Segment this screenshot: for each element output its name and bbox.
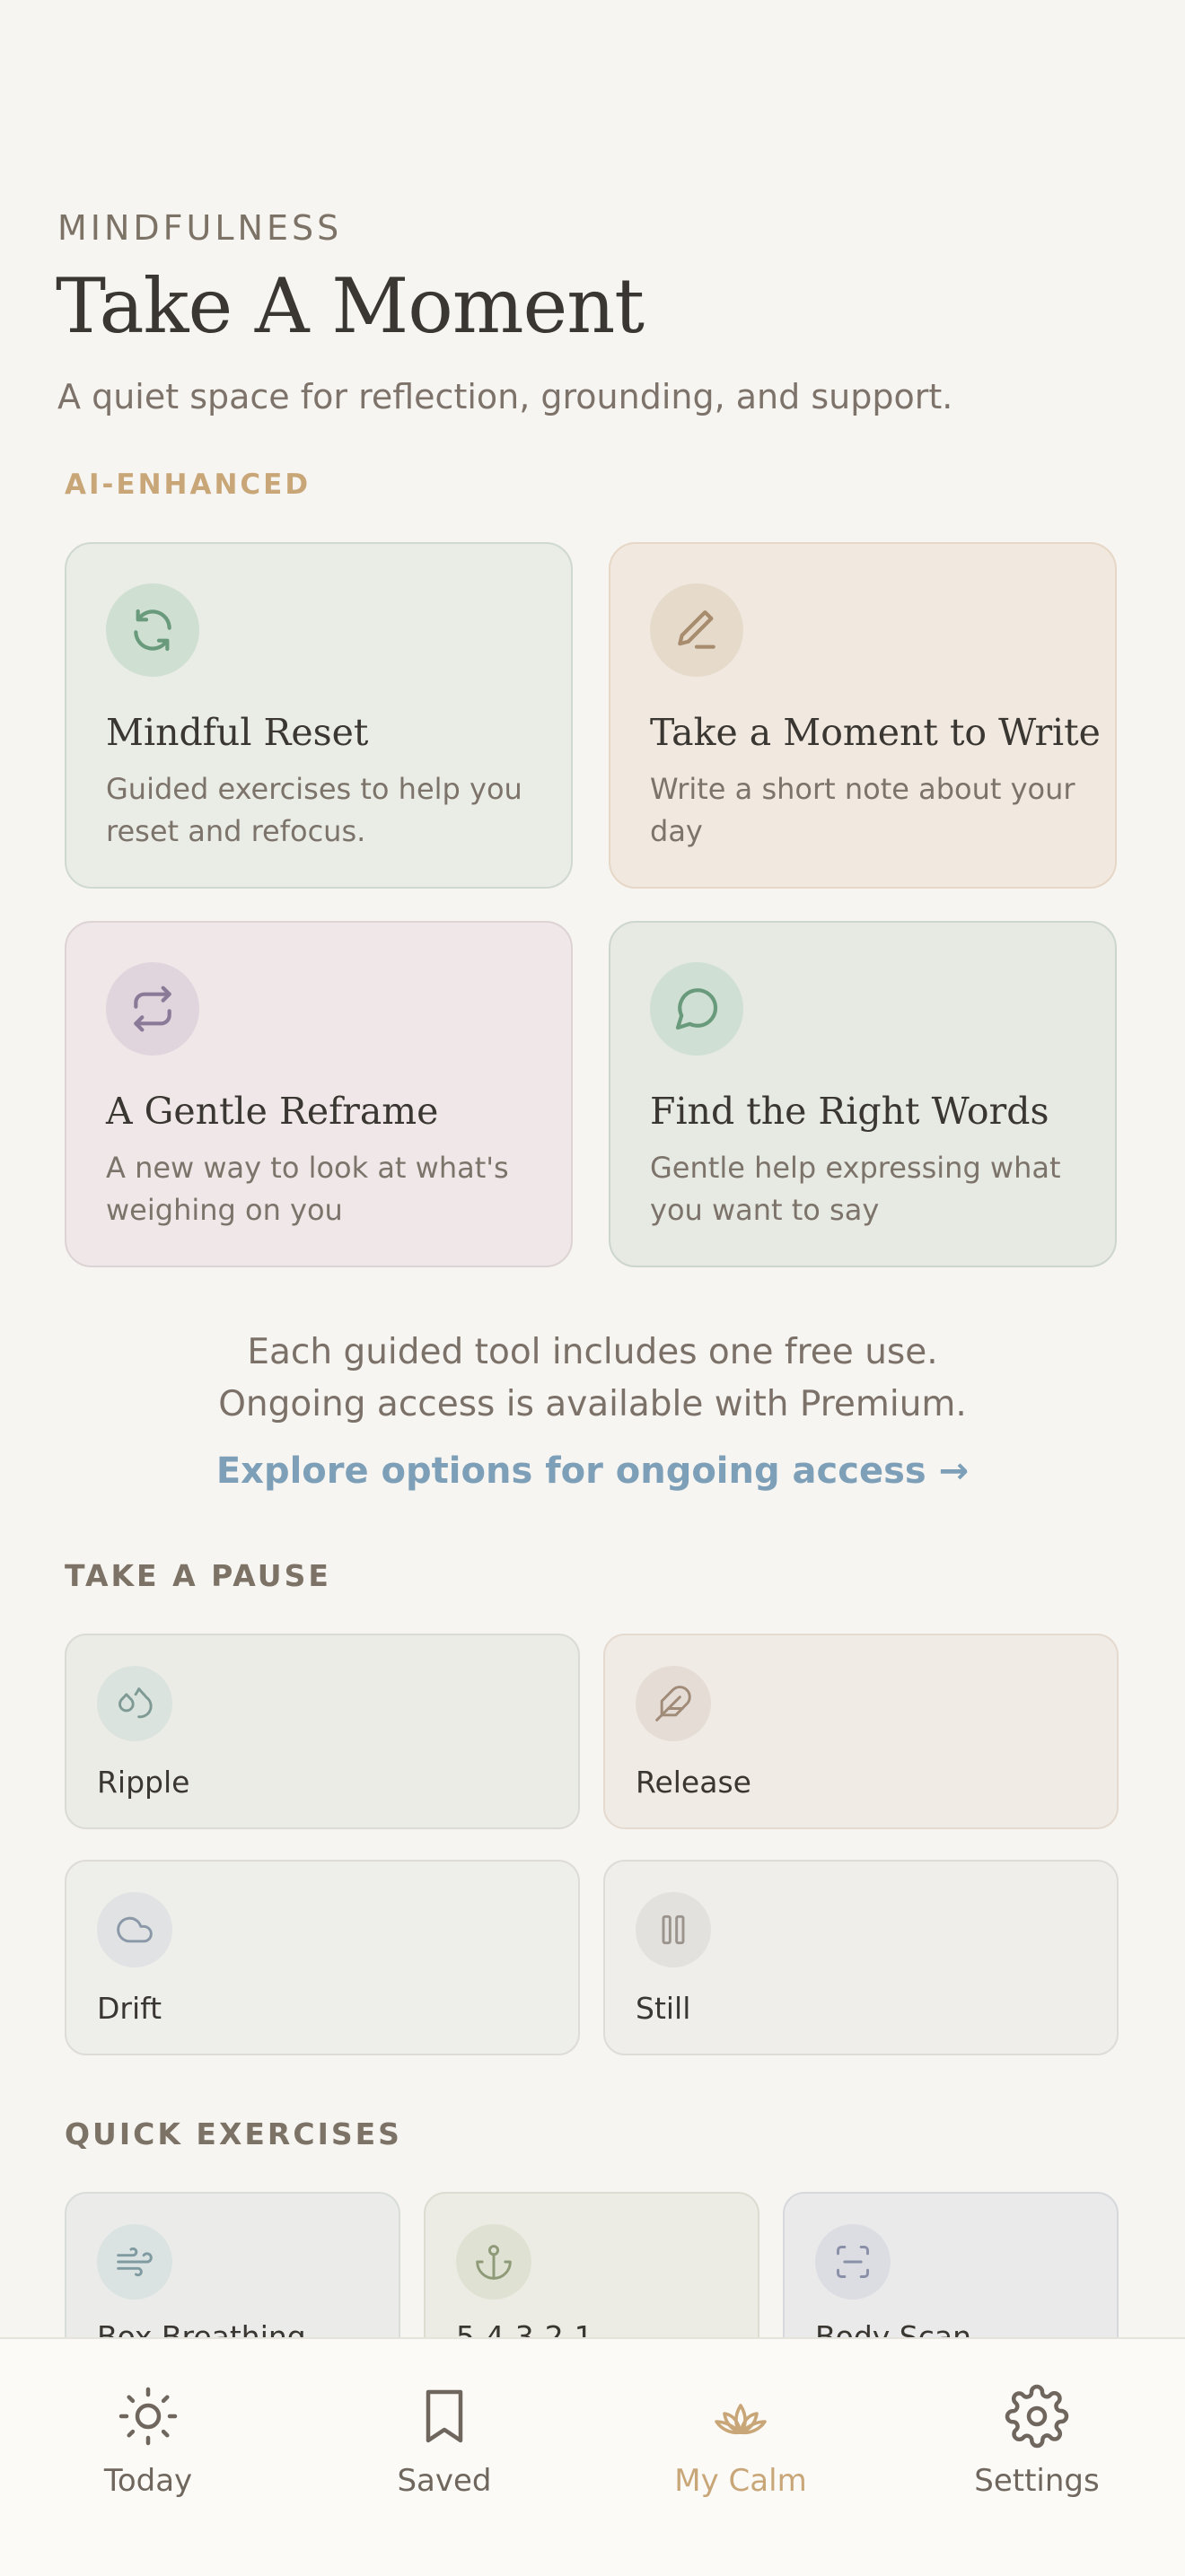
- chat-bubble-icon: [650, 962, 743, 1056]
- refresh-icon: [106, 583, 199, 677]
- section-eyebrow: MINDFULNESS: [57, 208, 343, 248]
- tab-label: My Calm: [674, 2463, 807, 2499]
- tab-settings[interactable]: Settings: [889, 2339, 1185, 2519]
- feather-icon: [636, 1666, 711, 1741]
- card-description: Write a short note about your day: [650, 772, 1075, 848]
- free-use-note: Each guided tool includes one free use.: [247, 1332, 938, 1372]
- bottom-tab-bar: Today Saved My Calm Settings: [0, 2337, 1185, 2576]
- sun-icon: [0, 2384, 296, 2449]
- card-description: Gentle help expressing what you want to …: [650, 1151, 1061, 1227]
- pause-icon: [636, 1892, 711, 1967]
- card-description: Guided exercises to help you reset and r…: [106, 772, 522, 848]
- quick-exercises-heading: QUICK EXERCISES: [65, 2116, 402, 2151]
- card-title: Find the Right Words: [650, 1090, 1049, 1133]
- tile-label: Still: [636, 1991, 691, 2026]
- tab-saved[interactable]: Saved: [296, 2339, 592, 2519]
- tab-label: Settings: [974, 2463, 1100, 2499]
- pen-icon: [650, 583, 743, 677]
- bookmark-icon: [296, 2384, 592, 2449]
- gentle-reframe-card[interactable]: A Gentle Reframe A new way to look at wh…: [65, 921, 573, 1267]
- still-tile[interactable]: Still: [603, 1860, 1119, 2055]
- page-title: Take A Moment: [56, 262, 645, 350]
- page-subtitle: A quiet space for reflection, grounding,…: [57, 377, 953, 416]
- release-tile[interactable]: Release: [603, 1634, 1119, 1829]
- tab-label: Saved: [397, 2463, 492, 2499]
- tab-my-calm[interactable]: My Calm: [592, 2339, 889, 2519]
- card-description: A new way to look at what's weighing on …: [106, 1151, 509, 1227]
- cloud-icon: [97, 1892, 172, 1967]
- premium-note: Ongoing access is available with Premium…: [218, 1384, 967, 1424]
- tile-label: Drift: [97, 1991, 162, 2026]
- wind-icon: [97, 2224, 172, 2300]
- write-moment-card[interactable]: Take a Moment to Write Write a short not…: [609, 542, 1117, 889]
- anchor-icon: [456, 2224, 531, 2300]
- gear-icon: [889, 2384, 1185, 2449]
- explore-access-link[interactable]: Explore options for ongoing access →: [0, 1450, 1185, 1492]
- drift-tile[interactable]: Drift: [65, 1860, 580, 2055]
- mindful-reset-card[interactable]: Mindful Reset Guided exercises to help y…: [65, 542, 573, 889]
- card-title: Take a Moment to Write: [650, 711, 1101, 754]
- tab-today[interactable]: Today: [0, 2339, 296, 2519]
- scan-icon: [815, 2224, 891, 2300]
- tile-label: Ripple: [97, 1765, 190, 1800]
- find-words-card[interactable]: Find the Right Words Gentle help express…: [609, 921, 1117, 1267]
- tile-label: Release: [636, 1765, 751, 1800]
- card-title: Mindful Reset: [106, 711, 369, 754]
- card-title: A Gentle Reframe: [106, 1090, 439, 1133]
- tab-label: Today: [103, 2463, 193, 2499]
- ai-enhanced-label: AI-ENHANCED: [65, 469, 312, 501]
- droplets-icon: [97, 1666, 172, 1741]
- take-a-pause-heading: TAKE A PAUSE: [65, 1558, 331, 1593]
- ripple-tile[interactable]: Ripple: [65, 1634, 580, 1829]
- lotus-icon: [592, 2384, 889, 2449]
- repeat-arrows-icon: [106, 962, 199, 1056]
